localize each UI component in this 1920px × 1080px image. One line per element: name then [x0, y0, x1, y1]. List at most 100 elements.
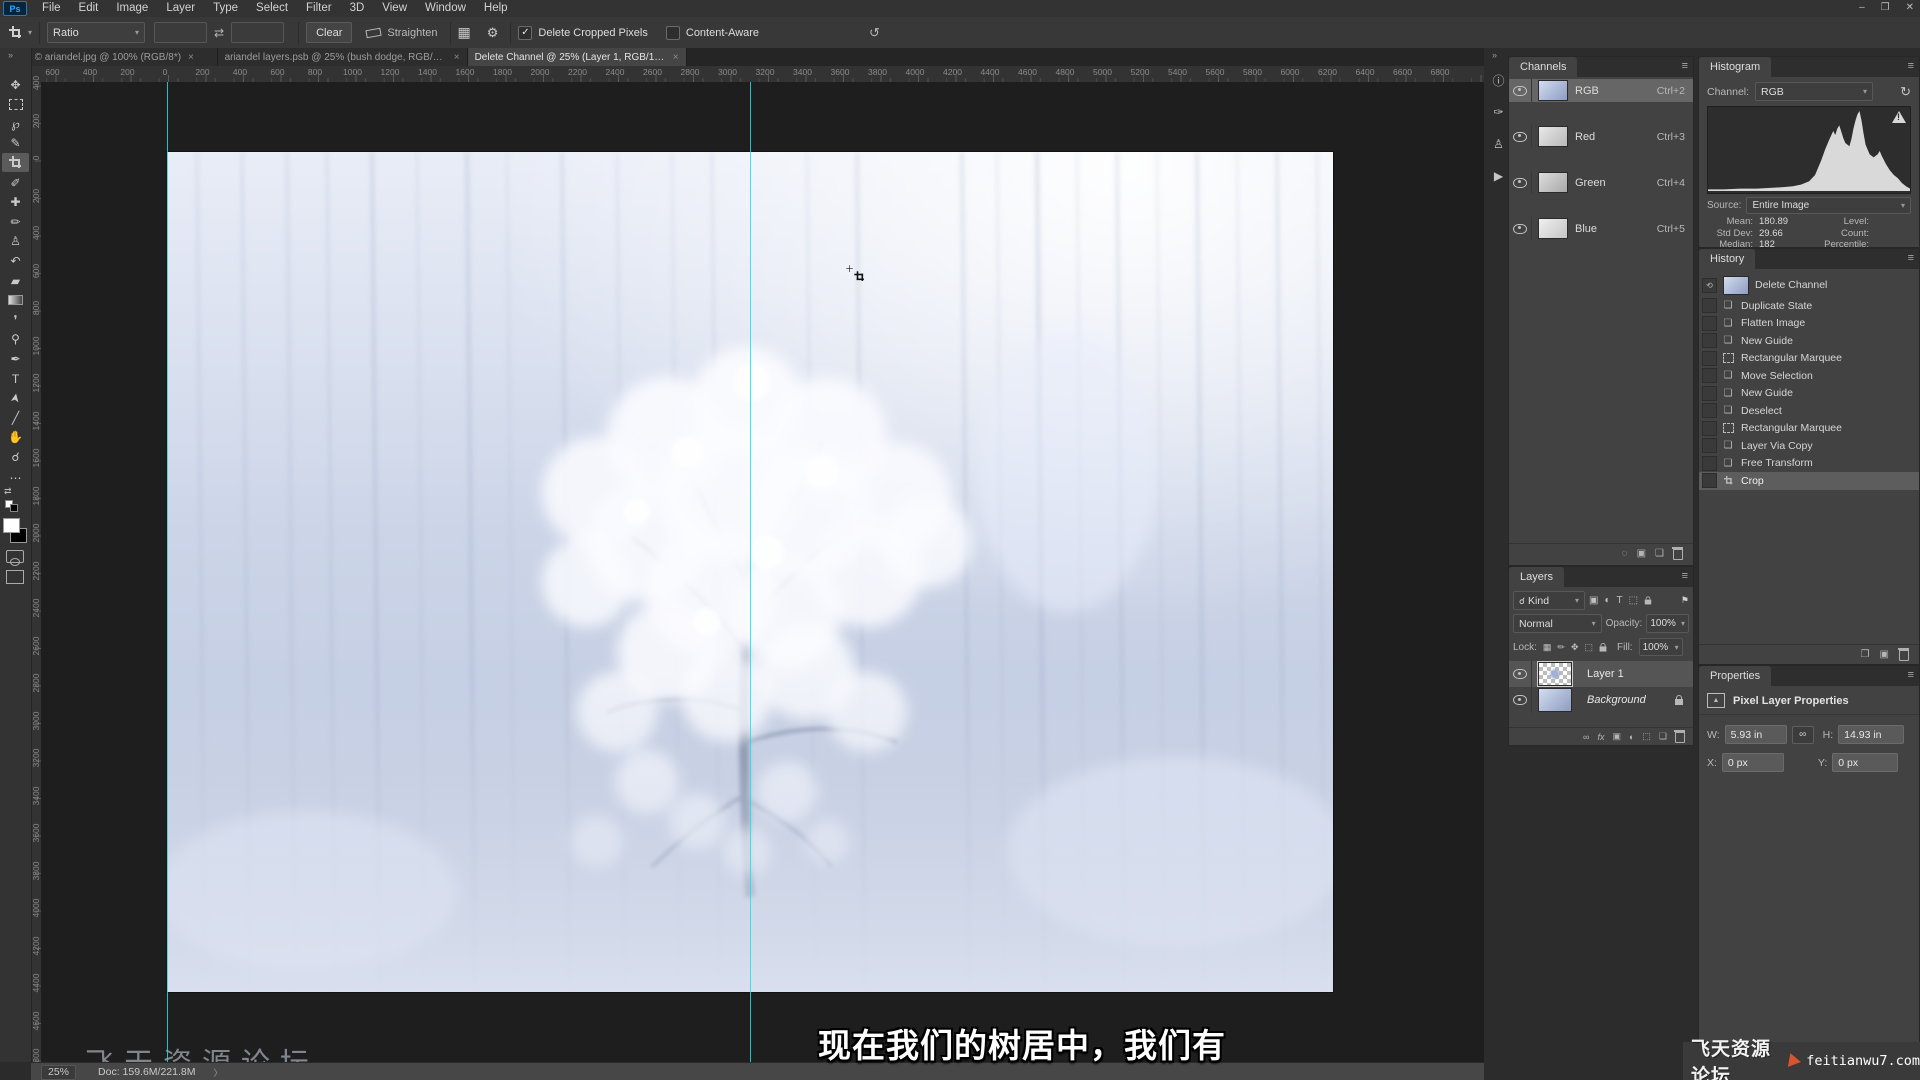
history-panel-tab[interactable]: History [1699, 249, 1756, 269]
channel-row[interactable]: Blue Ctrl+5 [1509, 217, 1693, 240]
new-snapshot-icon[interactable]: ▣ [1880, 649, 1889, 660]
history-brush-well[interactable] [1702, 333, 1717, 349]
pen-tool[interactable]: ✒ [2, 349, 29, 368]
reset-tool-icon[interactable]: ↺ [869, 25, 880, 41]
swap-colors-icon[interactable]: ⇄ [4, 486, 12, 497]
delete-channel-icon[interactable] [1672, 547, 1683, 560]
layer-group-icon[interactable]: ⬚ [1642, 731, 1651, 742]
histogram-channel-dropdown[interactable]: RGB ▾ [1755, 82, 1874, 101]
panel-menu-icon[interactable]: ≡ [1682, 60, 1688, 72]
crop-overlay-options-icon[interactable]: ▦ [458, 24, 471, 41]
uncached-warning-icon[interactable] [1892, 111, 1906, 123]
tab-close-icon[interactable]: × [188, 52, 194, 63]
guide-line[interactable] [167, 82, 168, 1062]
menu-item-view[interactable]: View [373, 0, 416, 17]
panel-menu-icon[interactable]: ≡ [1908, 252, 1914, 264]
history-state[interactable]: ❏ Duplicate State [1699, 297, 1919, 315]
visibility-toggle[interactable] [1509, 171, 1532, 194]
eyedropper-tool[interactable]: ✐ [2, 173, 29, 192]
history-state[interactable]: ❏ Free Transform [1699, 455, 1919, 473]
crop-tool[interactable] [2, 153, 29, 173]
horizontal-ruler[interactable]: 600 400 200 0 200 400 600 800 1000 1200 1400 1600 18… [41, 66, 1484, 83]
menu-item-help[interactable]: Help [475, 0, 517, 17]
clone-stamp-tool[interactable]: ♙ [2, 232, 29, 251]
crop-ratio-dropdown[interactable]: Ratio ▾ [47, 22, 146, 43]
new-layer-icon[interactable]: ❏ [1659, 731, 1667, 742]
channel-row[interactable]: Green Ctrl+4 [1509, 171, 1693, 194]
history-brush-well[interactable] [1702, 385, 1717, 401]
lock-pixels-icon[interactable]: ✏ [1557, 642, 1565, 653]
crop-width-input[interactable] [154, 22, 208, 43]
menu-item-3d[interactable]: 3D [341, 0, 374, 17]
maximize-button[interactable]: ❐ [1881, 0, 1890, 15]
layer-filter-pin-icon[interactable]: ⚑ [1681, 595, 1689, 606]
save-selection-as-channel-icon[interactable]: ▣ [1637, 548, 1646, 559]
history-brush-tool[interactable]: ↶ [2, 251, 29, 270]
history-brush-well[interactable] [1702, 298, 1717, 314]
history-state[interactable]: ❏ Layer Via Copy [1699, 437, 1919, 455]
panel-menu-icon[interactable]: ≡ [1682, 570, 1688, 582]
layer-visibility-toggle[interactable] [1509, 687, 1532, 713]
history-state[interactable]: ❏ Move Selection [1699, 367, 1919, 385]
layer-mask-icon[interactable]: ▣ [1612, 731, 1621, 742]
close-button[interactable]: ✕ [1906, 0, 1914, 15]
delete-cropped-pixels-label[interactable]: Delete Cropped Pixels [538, 27, 647, 39]
tab-close-icon[interactable]: × [673, 52, 679, 63]
crop-tool-icon[interactable] [9, 26, 22, 39]
layer-filter-kind-dropdown[interactable]: ☌ Kind ▾ [1513, 591, 1585, 610]
history-state[interactable]: Rectangular Marquee [1699, 420, 1919, 438]
x-field[interactable]: 0 px [1721, 753, 1784, 772]
rectangular-marquee-tool[interactable] [2, 95, 29, 114]
width-field[interactable]: 5.93 in [1724, 725, 1787, 744]
histogram-panel-tab[interactable]: Histogram [1699, 57, 1772, 77]
straighten-icon[interactable] [365, 27, 382, 38]
delete-cropped-pixels-checkbox[interactable]: ✓ [518, 25, 533, 40]
blend-mode-dropdown[interactable]: Normal ▾ [1513, 614, 1602, 633]
move-tool[interactable]: ✥ [2, 75, 29, 94]
history-state[interactable]: ❏ Flatten Image [1699, 315, 1919, 333]
shape-layer-filter-icon[interactable]: ⬚ [1629, 595, 1638, 606]
screen-mode-icon[interactable] [6, 570, 24, 584]
visibility-toggle[interactable] [1509, 79, 1532, 102]
history-brush-well[interactable] [1702, 473, 1717, 489]
menu-item-window[interactable]: Window [416, 0, 475, 17]
history-brush-well[interactable] [1702, 455, 1717, 471]
delete-layer-icon[interactable] [1674, 730, 1685, 743]
content-aware-label[interactable]: Content-Aware [686, 27, 759, 39]
history-brush-well[interactable] [1702, 420, 1717, 436]
link-dimensions-icon[interactable]: ∞ [1791, 725, 1814, 744]
type-tool[interactable]: T [2, 369, 29, 388]
lock-transparency-icon[interactable]: ▦ [1543, 642, 1552, 653]
document-tab[interactable]: © ariandel.jpg @ 100% (RGB/8*) × [27, 48, 218, 66]
histogram-source-dropdown[interactable]: Entire Image ▾ [1746, 197, 1911, 214]
tab-close-icon[interactable]: × [454, 52, 460, 63]
history-state[interactable]: ❏ Deselect [1699, 402, 1919, 420]
layer-row[interactable]: Layer 1 [1509, 661, 1693, 687]
line-tool[interactable]: ╱ [2, 408, 29, 427]
gradient-tool[interactable] [2, 291, 29, 310]
pixel-layer-filter-icon[interactable]: ▣ [1589, 595, 1598, 606]
new-channel-icon[interactable]: ❏ [1655, 548, 1664, 559]
guide-line[interactable] [750, 82, 751, 1062]
lasso-tool[interactable]: ℘ [2, 114, 29, 133]
quick-selection-tool[interactable]: ✎ [2, 134, 29, 153]
eraser-tool[interactable]: ▰ [2, 271, 29, 290]
history-brush-well[interactable] [1702, 438, 1717, 454]
panel-menu-icon[interactable]: ≡ [1908, 60, 1914, 72]
dodge-tool[interactable]: ⚲ [2, 330, 29, 349]
straighten-label[interactable]: Straighten [387, 27, 437, 39]
adjustment-layer-icon[interactable]: ◐ [1629, 732, 1634, 742]
lock-all-icon[interactable] [1599, 642, 1607, 652]
refresh-histogram-icon[interactable]: ↻ [1900, 84, 1911, 100]
y-field[interactable]: 0 px [1832, 753, 1899, 772]
visibility-toggle[interactable] [1509, 217, 1532, 240]
layer-visibility-toggle[interactable] [1509, 661, 1532, 687]
swap-dimensions-icon[interactable]: ⇄ [214, 26, 224, 40]
document-tab[interactable]: Delete Channel @ 25% (Layer 1, RGB/16) *… [467, 48, 687, 66]
history-brush-well[interactable] [1702, 403, 1717, 419]
channel-row[interactable]: RGB Ctrl+2 [1509, 79, 1693, 102]
delete-state-icon[interactable] [1898, 648, 1909, 661]
info-panel-icon[interactable]: ⓘ [1488, 68, 1509, 92]
opacity-dropdown[interactable]: 100% ▾ [1646, 614, 1689, 633]
history-state[interactable]: ❏ New Guide [1699, 385, 1919, 403]
